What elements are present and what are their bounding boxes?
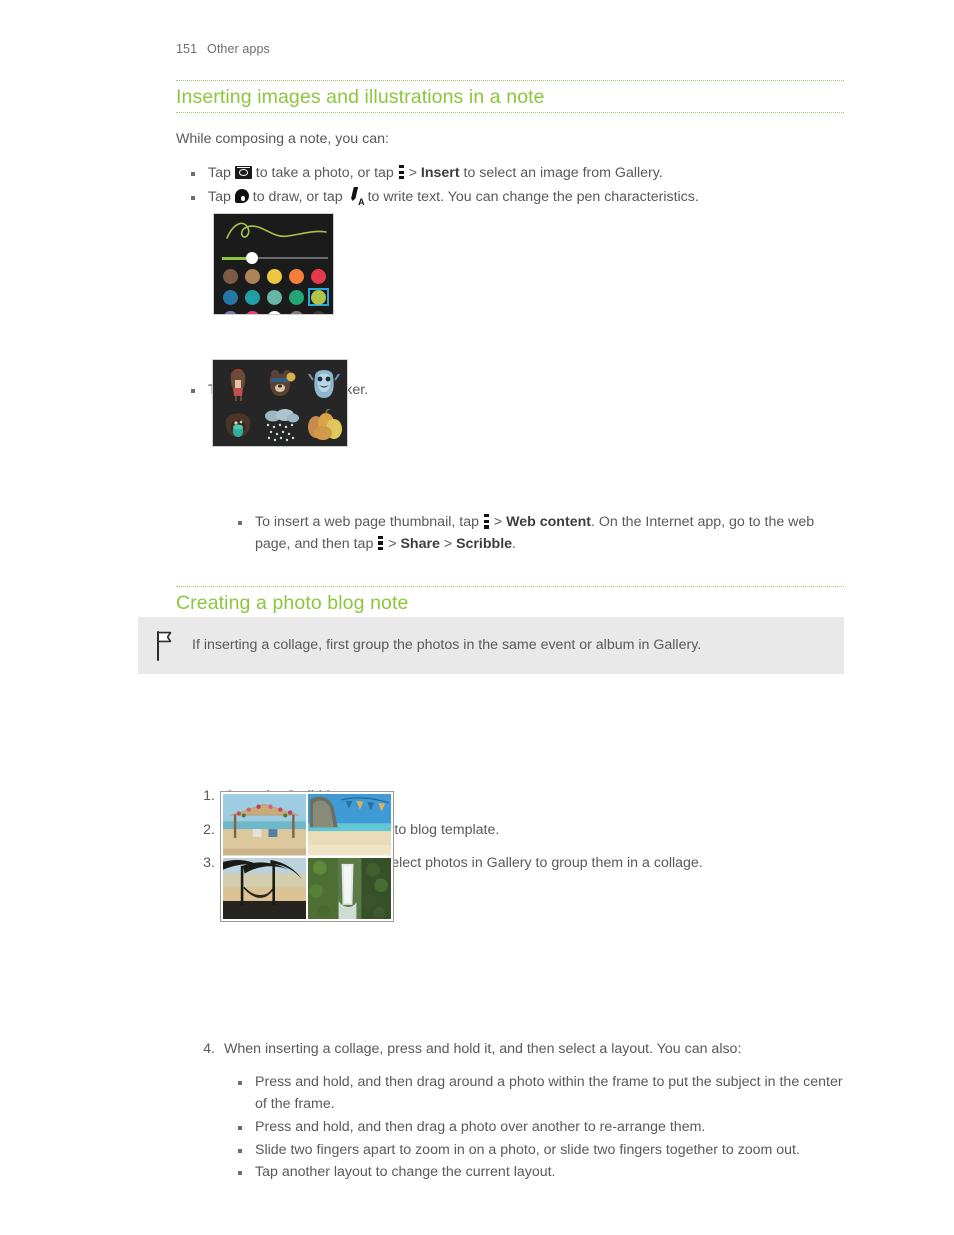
jungle-waterfall-photo [308,857,391,919]
emphasis-term: Share [400,535,440,552]
manual-page: 151 Other apps Inserting images and illus… [0,0,954,1235]
bear-with-sunglasses-sticker[interactable] [260,363,303,404]
slider-knob[interactable] [246,252,258,264]
tip-callout-box: If inserting a collage, first group the … [138,617,844,674]
pen-stroke-squiggle [226,222,327,239]
color-swatch[interactable] [220,267,241,285]
color-swatch[interactable] [264,288,285,306]
color-swatch[interactable] [242,267,263,285]
collage-options-list: Press and hold, and then drag around a p… [223,1072,844,1184]
sticker-picker-screenshot [212,359,348,447]
color-swatch-dot [289,289,305,305]
fruits-sticker[interactable] [302,404,345,445]
page-number: 151 [176,42,198,56]
color-swatch-dot [311,310,327,314]
kebab-menu-icon [398,165,404,180]
color-swatch[interactable] [264,267,285,285]
rain-cloud-sticker[interactable] [260,404,303,445]
emphasis-term: Insert [420,165,460,181]
emphasis-term: Scribble [456,535,513,552]
pen-icon [235,189,249,205]
collage-grid [223,794,391,919]
list-item: Slide two fingers apart to zoom in on a … [223,1140,844,1162]
color-swatch-dot [244,310,260,314]
pen-color-palette-screenshot [213,213,334,315]
section1-bullet-list-a: Tap to take a photo, or tap > Insert to … [176,163,844,208]
flag-icon [152,630,178,661]
bullet-take-photo: Tap to take a photo, or tap > Insert to … [176,163,844,185]
slider-track-empty [252,257,328,259]
color-swatch-dot [222,289,238,305]
section-heading-rule-1: Inserting images and illustrations in a … [176,80,844,114]
kebab-menu-icon [378,535,384,551]
color-swatch[interactable] [220,288,241,306]
palm-hammock-sunset-photo [223,857,306,919]
color-swatch-dot [266,310,282,314]
blue-monster-sticker[interactable] [302,363,345,404]
sticker-grid [217,363,345,445]
color-swatch-grid [219,267,330,314]
color-swatch[interactable] [242,288,263,306]
section-heading-rule-2: Creating a photo blog note [176,585,844,620]
color-swatch-dot [266,289,282,305]
genie-lamp-sticker[interactable] [217,404,260,445]
color-swatch-dot [311,289,327,305]
color-swatch[interactable] [242,309,263,314]
beach-bunting-photo [308,794,391,856]
section1-intro: While composing a note, you can: [176,131,389,148]
list-item: Press and hold, and then drag around a p… [223,1072,844,1115]
color-swatch[interactable] [308,267,329,285]
list-item: Tap another layout to change the current… [223,1162,844,1184]
emphasis-term: Web content [506,514,591,531]
color-swatch-dot [311,268,327,284]
section2-title: Creating a photo blog note [176,591,409,614]
page-title: Inserting images and illustrations in a … [176,86,545,108]
photo-collage-screenshot [220,791,394,922]
color-swatch-dot [289,310,305,314]
section1-bullet-list-c: To insert a web page thumbnail, tap > We… [223,512,844,555]
color-swatch[interactable] [286,288,307,306]
notebox-spacer [176,690,844,786]
tip-text: If inserting a collage, first group the … [192,636,702,653]
color-swatch[interactable] [308,309,329,314]
running-head: 151 Other apps [176,42,270,56]
step-select-layout: When inserting a collage, press and hold… [193,1039,742,1060]
color-swatch[interactable] [286,309,307,314]
color-swatch-dot [222,310,238,314]
kebab-menu-icon [483,514,489,529]
color-swatch-dot [289,268,305,284]
color-swatch-dot [266,268,282,284]
pen-size-slider[interactable] [222,252,328,264]
flag-icon-svg [157,630,172,661]
color-swatch[interactable] [286,267,307,285]
camera-icon [234,166,252,179]
bullet-draw: Tap to draw, or tap A to write text. You… [176,187,844,209]
girl-with-red-hat-sticker[interactable] [217,363,260,404]
color-swatch-dot [244,268,260,284]
color-swatch[interactable] [264,309,285,314]
pencil-text-icon: A [347,188,365,206]
beach-cabana-photo [223,794,306,856]
color-swatch-dot [222,268,238,284]
color-swatch[interactable] [220,309,241,314]
color-swatch-dot [244,289,260,305]
photo-blog-steps-cont: When inserting a collage, press and hold… [176,1039,844,1061]
bullet-web-content: To insert a web page thumbnail, tap > We… [223,512,844,555]
color-swatch[interactable] [308,288,330,306]
list-item: Press and hold, and then drag a photo ov… [223,1117,844,1139]
section-name: Other apps [207,42,270,56]
